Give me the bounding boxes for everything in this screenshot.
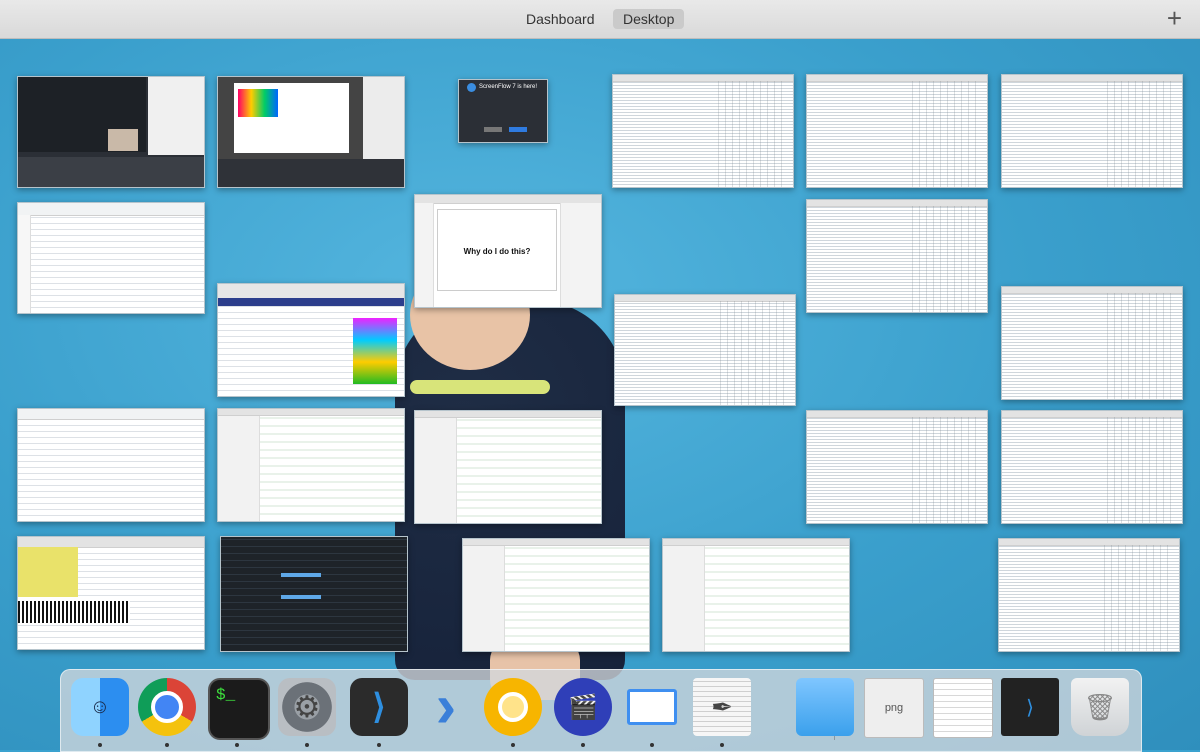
window-terminal-vscode-dark[interactable] (220, 536, 408, 652)
window-hex-fiend-2[interactable] (806, 74, 988, 188)
screenflow-icon[interactable]: 🎬 (554, 678, 612, 736)
running-indicator (98, 743, 102, 747)
keynote-slide-title: Why do I do this? (463, 247, 531, 256)
window-code-editor-3[interactable] (462, 538, 650, 652)
hex-fiend-icon[interactable]: ✒ (693, 678, 751, 736)
window-screenflow-editor[interactable] (17, 76, 205, 188)
mission-control-spaces-bar: Dashboard Desktop + (0, 0, 1200, 39)
running-indicator (581, 743, 585, 747)
running-indicator (377, 743, 381, 747)
vscode-window-preview-icon[interactable]: ⟩ (1001, 678, 1059, 736)
space-tab-desktop[interactable]: Desktop (613, 9, 685, 29)
window-hex-fiend-3[interactable] (1001, 74, 1183, 188)
running-indicator (305, 743, 309, 747)
screenflow-notice-text: ScreenFlow 7 is here! (479, 84, 538, 90)
window-gmail-chrome[interactable] (17, 202, 205, 314)
chrome-canary-icon[interactable] (484, 678, 542, 736)
folder-icon[interactable] (796, 678, 854, 736)
keynote-icon[interactable] (623, 678, 681, 736)
window-code-editor-1[interactable] (217, 408, 405, 522)
running-indicator (511, 743, 515, 747)
window-file-browser[interactable] (17, 536, 205, 650)
trash-icon[interactable]: 🗑 (1071, 678, 1129, 736)
system-preferences-icon[interactable]: ⚙ (278, 678, 336, 736)
window-screenflow-recording[interactable] (217, 76, 405, 188)
running-indicator (165, 743, 169, 747)
running-indicator (235, 743, 239, 747)
dock: ☺ $_ ⚙ ⟩ › 🎬 ✒ png ⟩ 🗑 (60, 669, 1142, 752)
window-article-browser[interactable] (17, 408, 205, 522)
window-hex-fiend-1[interactable] (612, 74, 794, 188)
window-code-editor-4[interactable] (662, 538, 850, 652)
window-hex-fiend-7[interactable] (806, 410, 988, 524)
text-file-icon[interactable] (933, 678, 993, 738)
visual-studio-code-icon[interactable]: ⟩ (350, 678, 408, 736)
window-software-catalog-page[interactable] (217, 283, 405, 397)
add-space-button[interactable]: + (1167, 4, 1182, 32)
png-file-icon[interactable]: png (864, 678, 924, 738)
window-hex-fiend-5[interactable] (614, 294, 796, 406)
terminal-glyph: $_ (216, 686, 236, 704)
chrome-icon[interactable] (138, 678, 196, 736)
png-file-label: png (884, 702, 904, 714)
space-tab-dashboard[interactable]: Dashboard (516, 9, 605, 29)
window-hex-fiend-6[interactable] (1001, 286, 1183, 400)
terminal-icon[interactable]: $_ (208, 678, 270, 740)
finder-icon[interactable]: ☺ (71, 678, 129, 736)
window-screenflow-update-notice[interactable]: ScreenFlow 7 is here! (458, 79, 548, 143)
window-hex-fiend-9[interactable] (998, 538, 1180, 652)
window-hex-fiend-4[interactable] (806, 199, 988, 313)
running-indicator (650, 743, 654, 747)
running-indicator (720, 743, 724, 747)
wallpaper-photo-belt (410, 380, 550, 394)
prompt-icon[interactable]: › (417, 676, 475, 738)
window-keynote[interactable]: Why do I do this? (414, 194, 602, 308)
window-hex-fiend-8[interactable] (1001, 410, 1183, 524)
window-code-editor-2[interactable] (414, 410, 602, 524)
